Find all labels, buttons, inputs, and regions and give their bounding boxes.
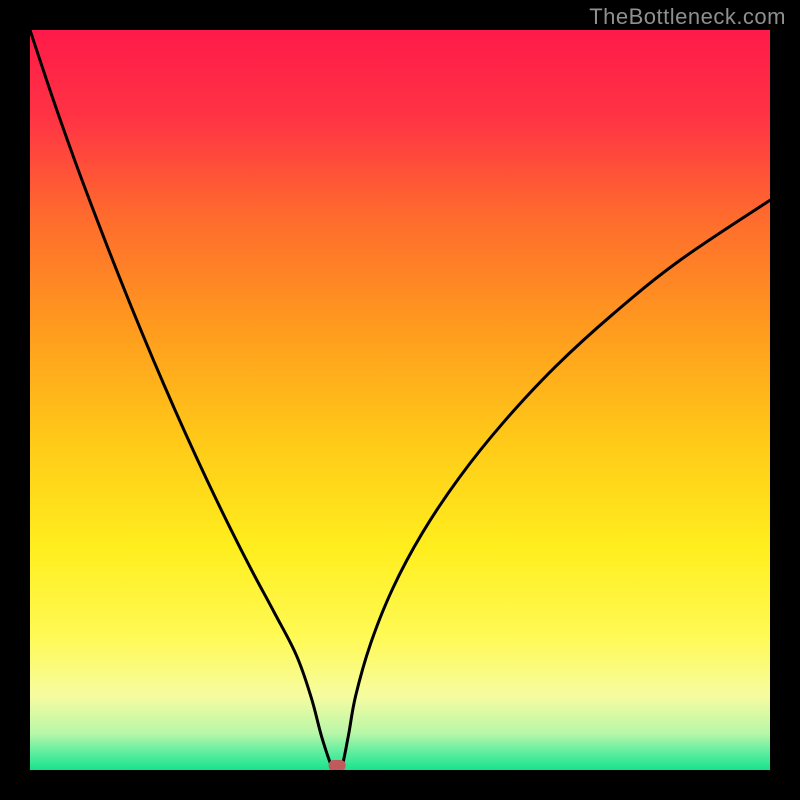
gradient-background [30,30,770,770]
optimal-marker [329,760,346,770]
watermark-text: TheBottleneck.com [589,4,786,30]
plot-area [30,30,770,770]
bottleneck-plot-svg [30,30,770,770]
chart-frame: TheBottleneck.com [0,0,800,800]
